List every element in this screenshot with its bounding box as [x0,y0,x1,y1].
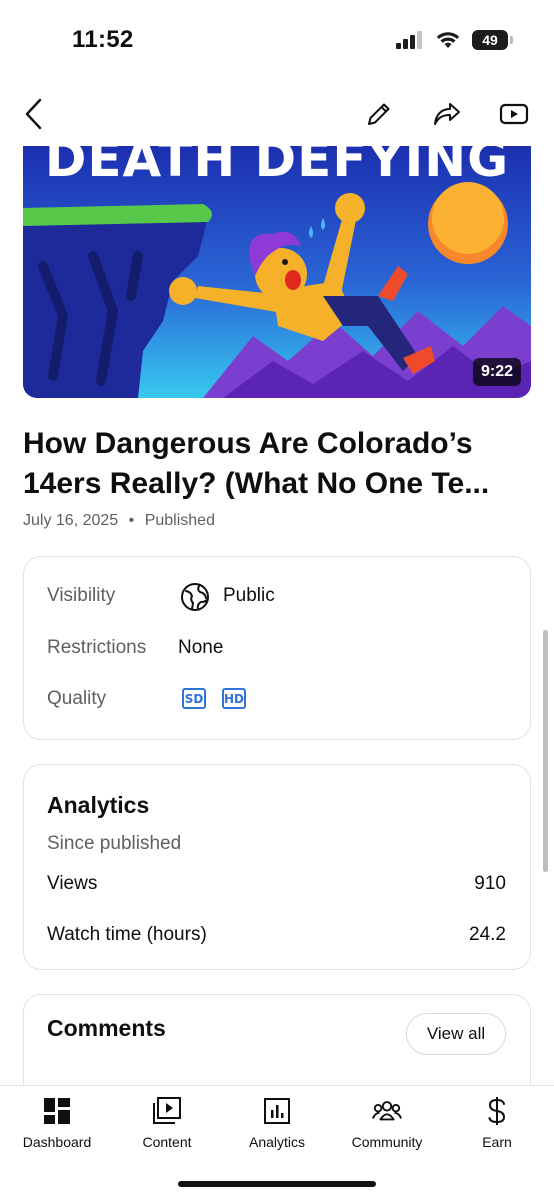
status-indicators: 49 [396,30,513,50]
restrictions-label: Restrictions [47,637,147,658]
publish-status: Published [144,512,215,529]
dashboard-icon [42,1096,72,1126]
watch-on-youtube-button[interactable] [494,96,534,132]
restrictions-value: None [178,637,224,658]
wifi-icon [436,32,460,48]
content-icon [152,1096,182,1126]
battery-indicator: 49 [472,30,513,50]
status-time: 11:52 [72,26,134,53]
nav-analytics-label: Analytics [248,1134,306,1150]
share-button[interactable] [427,96,467,132]
edit-button[interactable] [359,96,399,132]
details-card: Visibility Public Restrictions None Qual… [23,556,531,740]
scrollbar[interactable] [543,630,548,872]
view-all-comments-button[interactable]: View all [406,1013,506,1055]
video-meta: July 16, 2025 • Published [23,512,215,530]
thumbnail-headline: DEATH DEFYING [45,146,509,188]
analytics-icon [262,1096,292,1126]
community-icon [372,1096,402,1126]
meta-separator: • [128,512,135,529]
sd-badge: SD [182,688,206,709]
video-thumbnail[interactable]: DEATH DEFYING 9:22 [23,146,531,398]
nav-community[interactable]: Community [337,1096,437,1150]
publish-date: July 16, 2025 [23,512,119,529]
thumbnail-illustration: DEATH DEFYING [23,146,531,398]
nav-content-label: Content [142,1134,192,1150]
globe-icon [181,583,209,611]
nav-content[interactable]: Content [117,1096,217,1150]
watch-time-label: Watch time (hours) [47,924,207,945]
visibility-label: Visibility [47,585,116,606]
nav-dashboard-label: Dashboard [22,1134,92,1150]
comments-title: Comments [47,1015,166,1041]
views-value: 910 [474,873,506,894]
analytics-subtitle: Since published [47,833,182,854]
video-title: How Dangerous Are Colorado’s 14ers Reall… [23,427,490,500]
nav-earn-label: Earn [482,1134,512,1150]
analytics-title: Analytics [47,792,150,818]
share-icon [434,103,460,125]
chevron-left-icon [25,98,42,130]
hd-badge: HD [222,688,246,709]
duration-badge: 9:22 [472,358,521,386]
watch-time-value: 24.2 [469,924,506,945]
visibility-value: Public [223,585,275,606]
nav-dashboard[interactable]: Dashboard [7,1096,107,1150]
earn-icon [482,1096,512,1126]
signal-icon [396,31,422,49]
nav-community-label: Community [351,1134,423,1150]
views-label: Views [47,873,98,894]
youtube-icon [499,103,529,125]
back-button[interactable] [14,96,54,132]
nav-analytics[interactable]: Analytics [227,1096,327,1150]
quality-label: Quality [47,688,107,709]
home-indicator [178,1181,376,1187]
nav-earn[interactable]: Earn [447,1096,547,1150]
pencil-icon [368,103,390,125]
analytics-card[interactable]: Analytics Since published Views 910 Watc… [23,764,531,970]
